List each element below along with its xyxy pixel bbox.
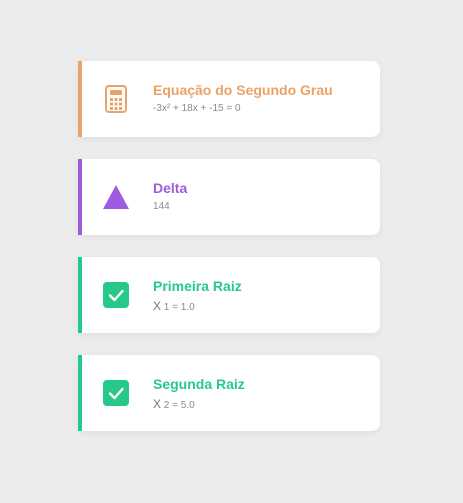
second-root-value: X 2 = 5.0 bbox=[153, 397, 195, 411]
equation-card: Equação do Segundo Grau -3x² + 18x + -15… bbox=[78, 61, 380, 137]
equation-title: Equação do Segundo Grau bbox=[153, 82, 333, 98]
equation-accent-bar bbox=[78, 61, 82, 137]
x-symbol: X bbox=[153, 397, 162, 411]
delta-title: Delta bbox=[153, 180, 188, 196]
second-root-title: Segunda Raiz bbox=[153, 376, 245, 392]
first-root-text: 1 = 1.0 bbox=[163, 302, 195, 313]
delta-accent-bar bbox=[78, 159, 82, 235]
first-root-value: X 1 = 1.0 bbox=[153, 299, 195, 313]
second-root-card: Segunda Raiz X 2 = 5.0 bbox=[78, 355, 380, 431]
checkbox-checked-icon bbox=[102, 379, 130, 407]
delta-value: 144 bbox=[153, 201, 170, 212]
second-root-text: 2 = 5.0 bbox=[163, 400, 195, 411]
first-root-accent-bar bbox=[78, 257, 82, 333]
triangle-icon bbox=[102, 183, 130, 211]
first-root-card: Primeira Raiz X 1 = 1.0 bbox=[78, 257, 380, 333]
equation-text: -3x² + 18x + -15 = 0 bbox=[153, 103, 241, 114]
delta-card: Delta 144 bbox=[78, 159, 380, 235]
checkbox-checked-icon bbox=[102, 281, 130, 309]
x-symbol: X bbox=[153, 299, 162, 313]
second-root-accent-bar bbox=[78, 355, 82, 431]
calculator-icon bbox=[102, 85, 130, 113]
first-root-title: Primeira Raiz bbox=[153, 278, 242, 294]
